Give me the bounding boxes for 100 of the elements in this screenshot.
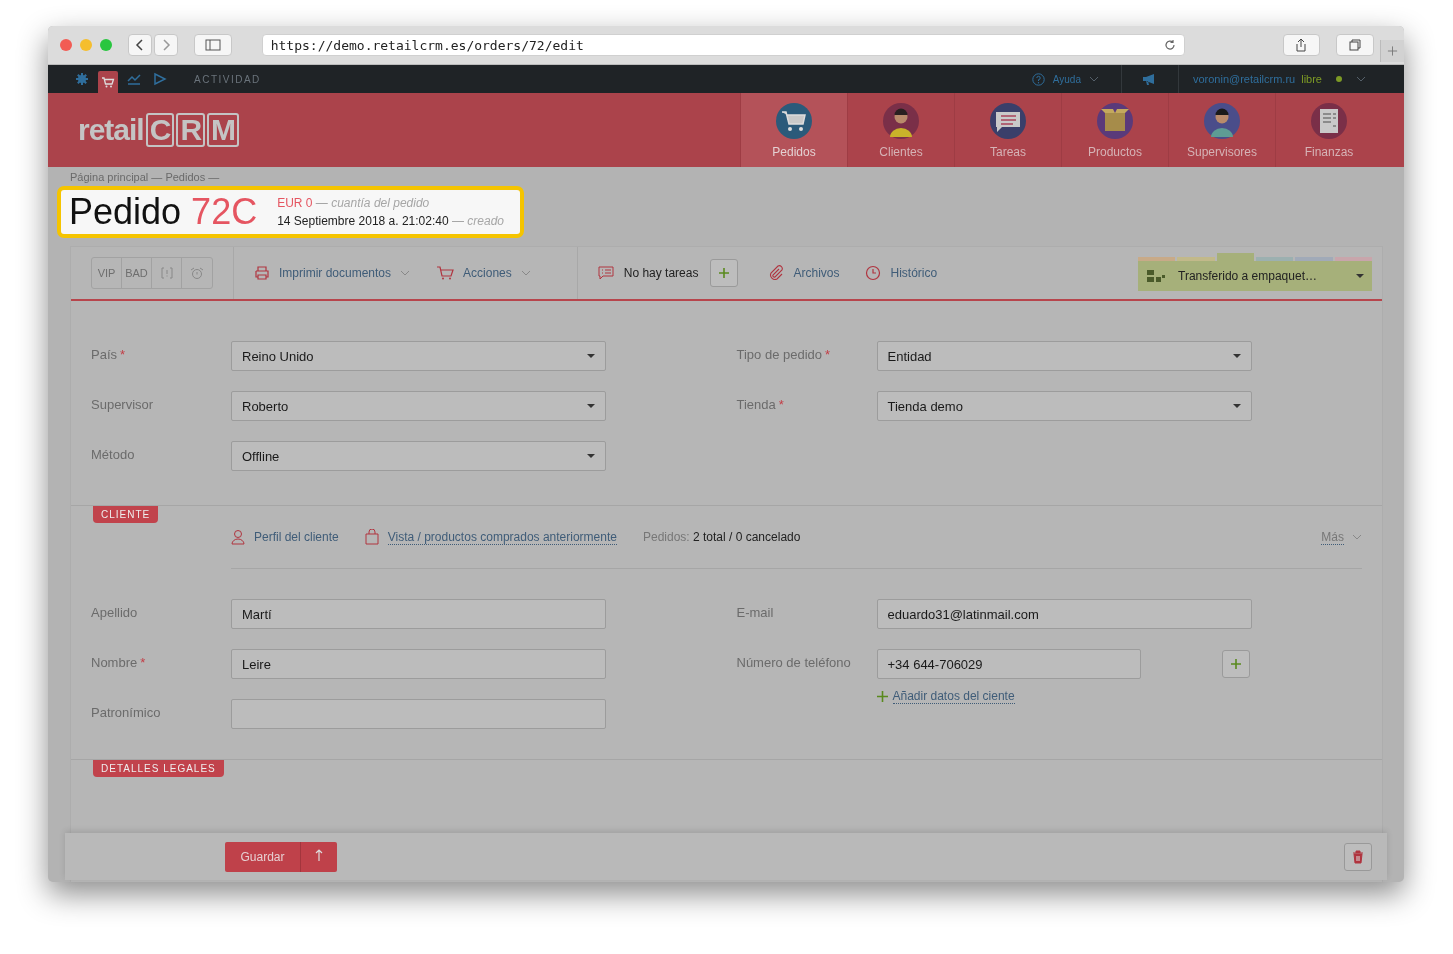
section-tag: DETALLES LEGALES — [93, 760, 224, 777]
select-field[interactable]: Tienda demo — [876, 391, 1252, 421]
nav-tab[interactable]: Clientes — [847, 93, 954, 167]
alarm-clock-icon — [190, 267, 204, 279]
plus-icon — [876, 691, 888, 702]
caret-icon — [1356, 274, 1364, 278]
select-field[interactable]: Reino Unido — [231, 341, 606, 371]
close-light[interactable] — [60, 39, 72, 51]
status-group-tab[interactable] — [1256, 257, 1294, 261]
text-field[interactable] — [231, 699, 606, 729]
print-documents-menu[interactable]: Imprimir documentos — [254, 266, 411, 280]
delete-button[interactable] — [1344, 842, 1372, 871]
save-button[interactable]: Guardar — [225, 841, 301, 872]
help-menu[interactable]: Ayuda — [1031, 72, 1121, 86]
select-field[interactable]: Roberto — [231, 391, 606, 421]
order-amount: EUR 0 — cuantía del pedido — [277, 195, 431, 212]
nav-tab[interactable]: Supervisores — [1168, 93, 1275, 167]
nav-tab[interactable]: Pedidos — [740, 93, 847, 167]
plus-icon — [1229, 658, 1242, 670]
sidebar-icon — [204, 39, 221, 51]
caret-icon — [1232, 354, 1241, 358]
person-icon — [883, 103, 919, 139]
required-mark: * — [825, 346, 831, 362]
share-button[interactable] — [1282, 34, 1321, 56]
tabs-button[interactable] — [1336, 34, 1374, 56]
chevron-icon — [1352, 534, 1362, 540]
text-field[interactable]: Martí — [231, 599, 606, 629]
field-label: Tipo de pedido — [736, 346, 823, 362]
zoom-light[interactable] — [100, 39, 112, 51]
forward-button[interactable] — [154, 34, 178, 56]
status-group-tab[interactable] — [1138, 257, 1176, 261]
status-group-tab[interactable] — [1216, 253, 1254, 261]
tag-toggle[interactable]: BAD — [122, 258, 152, 288]
minimize-light[interactable] — [80, 39, 92, 51]
sidebar-button[interactable] — [194, 34, 232, 56]
cart-icon[interactable] — [98, 71, 118, 93]
field-label: Apellido — [91, 604, 138, 620]
add-phone-button[interactable] — [1221, 650, 1250, 678]
history-link[interactable]: Histórico — [865, 265, 938, 281]
section-tag: CLIENTE — [93, 506, 159, 523]
tasks-status: No hay tareas — [623, 266, 699, 280]
document-icon — [1311, 103, 1347, 139]
required-mark: * — [140, 654, 146, 670]
select-field[interactable]: Entidad — [876, 341, 1252, 371]
status-group-tab[interactable] — [1295, 257, 1333, 261]
client-profile-link[interactable]: Perfil del cliente — [231, 529, 339, 545]
printer-icon — [254, 266, 270, 280]
orders-summary: Pedidos: 2 total / 0 cancelado — [642, 530, 801, 544]
reload-icon[interactable] — [1163, 39, 1176, 51]
person-icon — [231, 529, 245, 545]
order-created: 14 Septiembre 2018 a. 21:02:40 — creado — [277, 213, 504, 230]
caret-icon — [1232, 404, 1241, 408]
status-group-tab[interactable] — [1177, 257, 1215, 261]
text-field[interactable]: eduardo31@latinmail.com — [876, 599, 1252, 629]
address-field[interactable]: https://demo.retailcrm.es/orders/72/edit — [261, 34, 1185, 56]
required-mark: * — [778, 396, 784, 412]
clock-icon — [865, 265, 882, 281]
activity-label[interactable]: ACTIVIDAD — [194, 73, 261, 85]
chevron-icon — [520, 270, 531, 276]
cart-icon — [776, 103, 812, 139]
field-label: Método — [91, 446, 135, 462]
arrow-up-icon — [315, 848, 323, 862]
status-group-tab[interactable] — [1334, 257, 1372, 261]
chat-list-icon — [990, 103, 1026, 139]
caret-icon — [587, 454, 595, 458]
breadcrumb[interactable]: Página principal — Pedidos — — [70, 171, 1383, 183]
person-icon — [1204, 103, 1240, 139]
blocks-icon — [1146, 269, 1166, 283]
nav-tab[interactable]: Tareas — [954, 93, 1061, 167]
plus-icon — [718, 267, 731, 279]
trash-icon — [1352, 849, 1364, 864]
save-and-exit-button[interactable] — [301, 841, 337, 872]
field-label: Número de teléfono — [736, 654, 851, 670]
tag-toggle[interactable]: VIP — [92, 258, 122, 288]
caret-icon — [587, 404, 595, 408]
select-field[interactable]: Offline — [231, 441, 606, 471]
nav-tab[interactable]: Finanzas — [1275, 93, 1382, 167]
chevron-right-icon — [161, 39, 171, 51]
back-button[interactable] — [128, 34, 152, 56]
text-field[interactable]: +34 644-706029 — [876, 649, 1141, 679]
text-field[interactable]: Leire — [231, 649, 606, 679]
field-label: País — [91, 346, 117, 362]
add-client-data-link[interactable]: Añadir datos del ciente — [876, 689, 1015, 704]
nav-tab[interactable]: Productos — [1061, 93, 1168, 167]
new-tab-button[interactable] — [1380, 40, 1404, 62]
paperclip-icon — [768, 265, 785, 281]
help-icon — [1031, 72, 1045, 86]
cart-icon — [436, 266, 455, 280]
field-label: Supervisor — [91, 396, 154, 412]
field-label: Tienda — [736, 396, 776, 412]
chevron-icon — [1088, 76, 1099, 82]
user-menu[interactable]: voronin@retailcrm.ru libre — [1178, 73, 1404, 85]
purchase-history-link[interactable]: Vista / productos comprados anteriormente — [364, 529, 617, 545]
more-link[interactable]: Más — [1321, 529, 1362, 545]
field-label: Nombre — [91, 654, 138, 670]
add-task-button[interactable] — [710, 259, 739, 287]
logo[interactable]: retail C R M — [78, 93, 240, 167]
files-link[interactable]: Archivos — [768, 265, 840, 281]
actions-menu[interactable]: Acciones — [436, 266, 531, 280]
status-select[interactable]: Transferido a empaquet… — [1138, 261, 1372, 291]
